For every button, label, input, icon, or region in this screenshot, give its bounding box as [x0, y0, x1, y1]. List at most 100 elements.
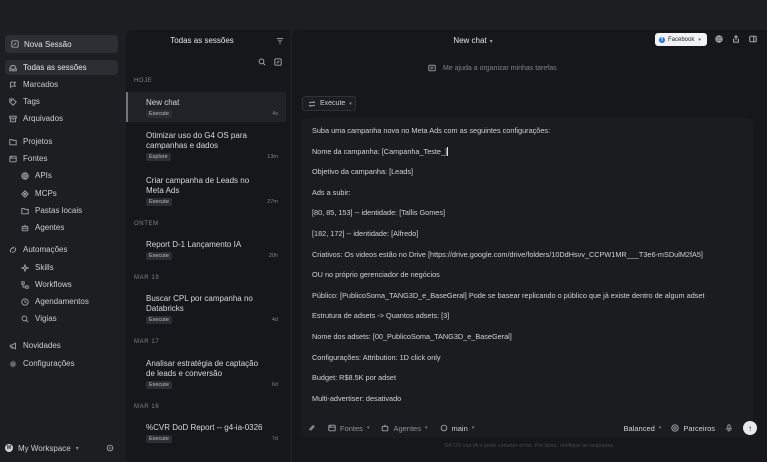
chevron-down-icon: ▾ — [366, 425, 370, 431]
session-age: 7d — [271, 436, 278, 442]
suggestion-chip[interactable]: Me ajuda a organizar minhas tarefas — [428, 64, 557, 72]
search-icon[interactable] — [258, 58, 266, 66]
message-line: [80, 85, 153] -- identidade: [Tallis Gom… — [312, 208, 446, 218]
sources-dropdown[interactable]: Fontes ▾ — [328, 424, 369, 433]
partners-label: Parceiros — [683, 423, 715, 433]
message-line: Multi-advertiser: desativado — [312, 393, 402, 403]
session-age: 4d — [271, 317, 278, 323]
suggestion-text: Me ajuda a organizar minhas tarefas — [443, 64, 557, 72]
sidebar-item-todas-sessoes[interactable]: Todas as sessões — [5, 60, 118, 75]
composer-toolbar: Fontes ▾ Agentes ▾ main ▾ Balanced ▾ Par… — [308, 419, 757, 437]
send-button[interactable]: ↑ — [743, 421, 757, 435]
sidebar-item-label: Tags — [23, 97, 40, 106]
session-item[interactable]: %CVR DoD Report -- g4-ia-0326 Execute 7d — [126, 423, 286, 443]
network-icon — [21, 189, 29, 198]
chevron-down-icon: ▾ — [424, 425, 428, 431]
sessions-title: Todas as sessões — [170, 36, 234, 45]
model-label: Balanced — [623, 423, 655, 433]
message-line: Nome dos adsets: [00_PublicoSoma_TANG3D_… — [312, 331, 512, 341]
workspace-name: My Workspace — [18, 443, 71, 453]
sidebar-item-label: Workflows — [35, 280, 72, 289]
sidebar-item-agendamentos[interactable]: Agendamentos — [17, 294, 118, 309]
chevron-down-icon: ▾ — [349, 100, 352, 107]
message-line: Criativos: Os videos estão no Drive [htt… — [312, 249, 703, 259]
session-mode-badge: Execute — [146, 435, 172, 443]
folder-icon — [21, 207, 29, 215]
message-line: Configurações: Attribution: 1D click onl… — [312, 352, 441, 362]
arrow-up-icon: ↑ — [748, 423, 752, 433]
paperclip-icon — [308, 424, 316, 432]
connector-pill[interactable]: f Facebook ▾ — [655, 33, 707, 46]
branch-icon — [440, 424, 448, 432]
sidebar-item-workflows[interactable]: Workflows — [17, 277, 118, 292]
session-item[interactable]: New chat Execute 4s — [126, 92, 286, 122]
new-session-button[interactable]: Nova Sessão — [5, 35, 118, 53]
workspace-settings-icon[interactable] — [106, 444, 114, 452]
model-dropdown[interactable]: Balanced ▾ — [624, 424, 662, 433]
session-title: Analisar estratégia de captação de leads… — [146, 359, 259, 378]
agents-dropdown[interactable]: Agentes ▾ — [381, 424, 428, 433]
sidebar-item-marcados[interactable]: Marcados — [5, 77, 118, 92]
edit-icon — [11, 40, 19, 48]
text-cursor — [447, 147, 449, 157]
message-line-text: Nome da campanha: [Campanha_Teste_] — [312, 146, 448, 156]
session-item[interactable]: Criar campanha de Leads no Meta Ads Exec… — [126, 176, 286, 206]
message-line: Suba uma campanha nova no Meta Ads com a… — [312, 126, 551, 135]
session-title: %CVR DoD Report -- g4-ia-0326 — [146, 423, 263, 432]
session-item[interactable]: Otimizar uso do G4 OS para campanhas e d… — [126, 131, 286, 161]
session-age: 20h — [268, 253, 278, 259]
session-title: New chat — [146, 98, 180, 107]
sidebar-item-agentes[interactable]: Agentes — [17, 220, 118, 235]
partners-button[interactable]: Parceiros — [671, 424, 715, 433]
session-item[interactable]: Buscar CPL por campanha no Databricks Ex… — [126, 294, 286, 324]
globe-icon[interactable] — [715, 35, 723, 43]
session-item[interactable]: Analisar estratégia de captação de leads… — [126, 359, 286, 389]
sidebar-item-vigias[interactable]: Vigias — [17, 311, 118, 326]
chevron-down-icon: ▾ — [658, 425, 662, 431]
sidebar-item-skills[interactable]: Skills — [17, 260, 118, 275]
disclaimer: G4 OS usa IA e pode cometer erros. Por f… — [444, 443, 615, 449]
new-session-icon[interactable] — [274, 58, 282, 66]
megaphone-icon — [9, 341, 17, 350]
mode-selector[interactable]: Execute ▾ — [302, 96, 356, 111]
sidebar-item-arquivados[interactable]: Arquivados — [5, 111, 118, 126]
message-composer[interactable]: Suba uma campanha nova no Meta Ads com a… — [302, 118, 753, 438]
sidebar-toggle-icon[interactable] — [749, 35, 757, 43]
microphone-icon[interactable] — [725, 424, 733, 432]
folder-icon — [9, 138, 17, 146]
watch-icon — [21, 315, 29, 323]
sidebar-item-projetos[interactable]: Projetos — [5, 134, 118, 149]
attach-button[interactable] — [308, 424, 316, 432]
bot-icon — [381, 424, 389, 432]
session-age: 13m — [267, 154, 278, 160]
top-actions — [715, 35, 757, 43]
sidebar-item-apis[interactable]: APIs — [17, 168, 118, 183]
branch-dropdown[interactable]: main ▾ — [440, 423, 474, 433]
session-age: 6d — [271, 382, 278, 388]
filter-icon[interactable] — [276, 37, 284, 45]
branch-label: main — [451, 423, 468, 433]
session-item[interactable]: Report D-1 Lançamento IA Execute 20h — [126, 240, 286, 260]
archive-icon — [9, 115, 17, 123]
session-age: 27m — [267, 199, 278, 205]
session-title: Buscar CPL por campanha no Databricks — [146, 294, 253, 313]
sidebar-item-fontes[interactable]: Fontes — [5, 151, 118, 166]
sidebar-item-mcps[interactable]: MCPs — [17, 186, 118, 201]
workspace-switcher[interactable]: M My Workspace ▾ — [5, 441, 118, 455]
message-text[interactable]: Suba uma campanha nova no Meta Ads com a… — [312, 126, 742, 414]
sidebar-item-label: Vigias — [35, 314, 57, 323]
share-icon[interactable] — [732, 35, 740, 43]
sidebar-item-configuracoes[interactable]: Configurações — [5, 356, 118, 371]
chat-title-dropdown[interactable]: New chat ▾ — [292, 36, 654, 45]
sidebar-item-label: APIs — [35, 171, 52, 180]
session-age: 4s — [272, 111, 278, 117]
sidebar-item-automacoes[interactable]: Automações — [5, 242, 118, 257]
facebook-icon: f — [659, 36, 665, 43]
sidebar-item-label: Pastas locais — [35, 206, 83, 215]
sidebar-item-pastas-locais[interactable]: Pastas locais — [17, 203, 118, 218]
globe-icon — [21, 171, 29, 180]
group-label: MAR 16 — [134, 404, 160, 410]
sidebar-item-novidades[interactable]: Novidades — [5, 338, 118, 353]
sidebar-item-tags[interactable]: Tags — [5, 94, 118, 109]
sidebar-item-label: Agendamentos — [35, 297, 89, 306]
